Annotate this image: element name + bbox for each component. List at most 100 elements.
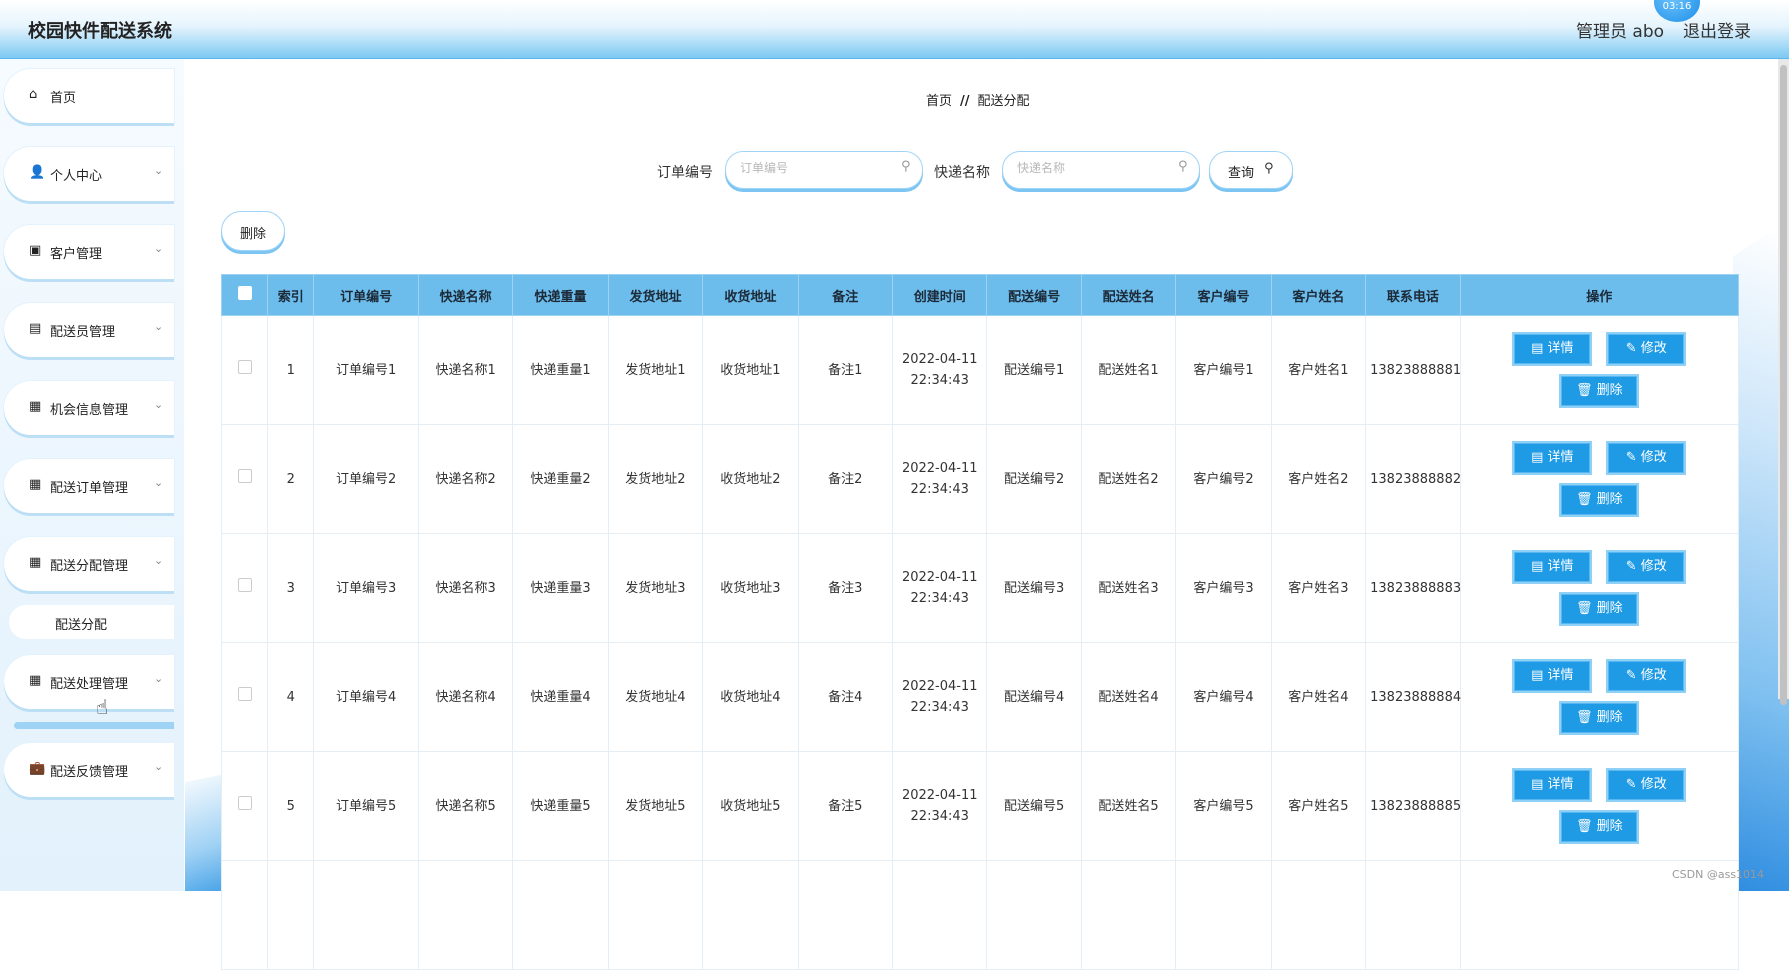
delete-button[interactable]: 🗑 删除 <box>1561 703 1638 733</box>
sidebar-item-label: 配送处理管理 <box>50 677 129 692</box>
row-checkbox[interactable] <box>237 359 252 374</box>
column-header: 订单编号 <box>313 274 419 316</box>
query-button[interactable]: 查询 ⚲ <box>1209 151 1293 189</box>
row-checkbox[interactable] <box>237 468 252 483</box>
cell-express: 快递名称5 <box>417 751 514 861</box>
sidebar-item-customers[interactable]: ▣ 客户管理 ⌄ <box>4 225 174 279</box>
express-name-input[interactable] <box>1015 160 1169 176</box>
breadcrumb-home[interactable]: 首页 <box>926 94 952 109</box>
cell-customer-name: 客户姓名1 <box>1270 315 1367 425</box>
cell-weight: 快递重量1 <box>512 315 609 425</box>
sidebar-item-delivery-processing[interactable]: ▦ 配送处理管理 ⌄ <box>4 655 174 709</box>
chevron-down-icon: ⌄ <box>154 760 164 773</box>
detail-button[interactable]: ▤ 详情 <box>1514 661 1591 691</box>
cell-note: 备注2 <box>797 424 894 534</box>
sidebar-item-delivery-orders[interactable]: ▦ 配送订单管理 ⌄ <box>4 459 174 513</box>
row-select-cell[interactable] <box>220 424 269 534</box>
table-header-row: 索引 订单编号 快递名称 快递重量 发货地址 收货地址 备注 创建时间 配送编号… <box>220 274 1740 316</box>
sidebar-item-delivery-feedback[interactable]: 💼 配送反馈管理 ⌄ <box>4 743 174 797</box>
sidebar-item-delivery-assign[interactable]: ▦ 配送分配管理 ⌄ <box>4 537 174 591</box>
cell-delivery-no <box>986 860 1082 970</box>
edit-button[interactable]: ✎ 修改 <box>1608 334 1685 364</box>
sidebar-item-label: 配送反馈管理 <box>50 765 129 780</box>
cell-from: 发货地址1 <box>607 315 704 425</box>
row-select-cell[interactable] <box>220 751 269 861</box>
cell-to <box>702 860 799 970</box>
order-number-search[interactable]: ⚲ <box>725 151 923 189</box>
cell-note: 备注1 <box>797 315 894 425</box>
pencil-icon: ✎ <box>1625 450 1641 465</box>
cell-delivery-name: 配送姓名5 <box>1080 751 1177 861</box>
cell-from: 发货地址4 <box>607 642 704 752</box>
cell-note <box>797 860 894 970</box>
cell-to: 收货地址3 <box>702 533 799 643</box>
row-select-cell[interactable] <box>220 860 269 970</box>
pencil-icon: ✎ <box>1625 668 1641 683</box>
grid-icon: ▦ <box>29 477 42 492</box>
edit-button[interactable]: ✎ 修改 <box>1608 661 1685 691</box>
action-label: 修改 <box>1640 559 1667 574</box>
detail-button[interactable]: ▤ 详情 <box>1514 334 1591 364</box>
delete-button[interactable]: 🗑 删除 <box>1561 594 1638 624</box>
express-name-search[interactable]: ⚲ <box>1002 151 1200 189</box>
detail-button[interactable]: ▤ 详情 <box>1514 552 1591 582</box>
sidebar-item-opportunity[interactable]: ▦ 机会信息管理 ⌄ <box>4 381 174 435</box>
cell-index: 1 <box>267 315 315 425</box>
cell-customer-no <box>1175 860 1272 970</box>
row-checkbox[interactable] <box>237 795 252 810</box>
action-label: 详情 <box>1547 450 1574 465</box>
vertical-scrollbar[interactable] <box>1778 59 1789 705</box>
cell-note: 备注5 <box>797 751 894 861</box>
sidebar-item-couriers[interactable]: ▤ 配送员管理 ⌄ <box>4 303 174 357</box>
row-select-cell[interactable] <box>220 533 269 643</box>
edit-button[interactable]: ✎ 修改 <box>1608 443 1685 473</box>
sidebar-item-label: 个人中心 <box>50 169 103 184</box>
select-all-cell[interactable] <box>220 274 269 316</box>
grid-icon: ▦ <box>29 399 42 414</box>
sidebar-item-home[interactable]: ⌂ 首页 <box>4 69 174 123</box>
actions-cell: ▤ 详情 ✎ 修改 🗑 删除 <box>1459 751 1740 861</box>
cell-customer-no: 客户编号4 <box>1175 642 1272 752</box>
row-checkbox[interactable] <box>237 577 252 592</box>
trash-icon: 🗑 <box>1575 710 1597 725</box>
clipboard-icon: ▤ <box>29 321 42 336</box>
watermark: CSDN @ass1014 <box>1672 868 1765 881</box>
select-all-checkbox[interactable] <box>237 286 252 300</box>
column-header: 备注 <box>797 274 894 316</box>
table-row: 3 订单编号3 快递名称3 快递重量3 发货地址3 收货地址3 备注3 2022-04-11 … <box>220 533 1740 643</box>
edit-button[interactable]: ✎ 修改 <box>1608 770 1685 800</box>
cell-customer-no: 客户编号3 <box>1175 533 1272 643</box>
delete-button[interactable]: 🗑 删除 <box>1561 376 1638 406</box>
delete-button[interactable]: 🗑 删除 <box>1561 812 1638 842</box>
sidebar-item-personal-center[interactable]: 👤 个人中心 ⌄ <box>4 147 174 201</box>
order-number-input[interactable] <box>738 160 892 176</box>
edit-button[interactable]: ✎ 修改 <box>1608 552 1685 582</box>
document-icon: ▤ <box>1531 559 1548 574</box>
submenu-delivery-assign[interactable]: 配送分配 <box>9 605 174 639</box>
cell-created: 2022-04-11 22:34:43 <box>892 642 988 752</box>
row-select-cell[interactable] <box>220 642 269 752</box>
hand-cursor-icon: ☝ <box>96 695 109 719</box>
table-row: 4 订单编号4 快递名称4 快递重量4 发货地址4 收货地址4 备注4 2022-04-11 … <box>220 642 1740 752</box>
cell-phone: 13823888882 <box>1365 424 1461 534</box>
cell-express: 快递名称4 <box>417 642 514 752</box>
cell-order: 订单编号3 <box>313 533 419 643</box>
logout-link[interactable]: 退出登录 <box>1683 17 1751 42</box>
cell-index: 5 <box>267 751 315 861</box>
scrollbar-thumb[interactable] <box>1780 65 1787 705</box>
pencil-icon: ✎ <box>1625 341 1641 356</box>
action-label: 详情 <box>1547 559 1574 574</box>
detail-button[interactable]: ▤ 详情 <box>1514 443 1591 473</box>
row-checkbox[interactable] <box>237 686 252 701</box>
chevron-down-icon: ⌄ <box>154 320 164 333</box>
cell-phone: 13823888885 <box>1365 751 1461 861</box>
cell-customer-name: 客户姓名3 <box>1270 533 1367 643</box>
cell-weight: 快递重量5 <box>512 751 609 861</box>
row-select-cell[interactable] <box>220 315 269 425</box>
action-label: 详情 <box>1547 668 1574 683</box>
detail-button[interactable]: ▤ 详情 <box>1514 770 1591 800</box>
document-icon: ▤ <box>1531 668 1548 683</box>
delete-button[interactable]: 🗑 删除 <box>1561 485 1638 515</box>
column-header: 收货地址 <box>702 274 799 316</box>
batch-delete-button[interactable]: 删除 <box>221 211 285 251</box>
